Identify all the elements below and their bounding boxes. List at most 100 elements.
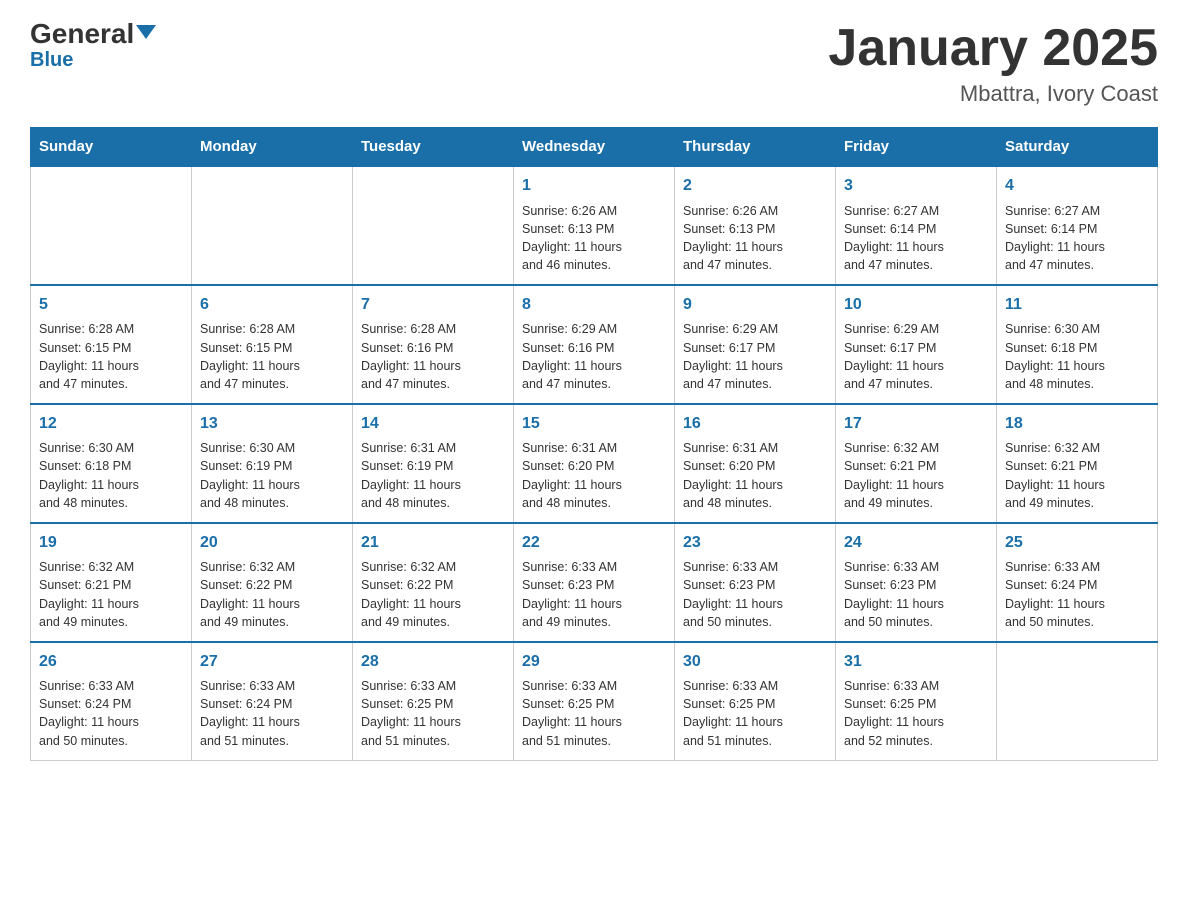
calendar-cell: 25Sunrise: 6:33 AMSunset: 6:24 PMDayligh… [997, 523, 1158, 642]
day-number: 24 [844, 532, 988, 554]
calendar-cell: 16 Sunrise: 6:31 AMSunset: 6:20 PMDayligh… [675, 404, 836, 523]
day-number: 3 [844, 175, 988, 197]
calendar-cell [31, 166, 192, 285]
day-info: Sunrise: 6:32 AMSunset: 6:21 PMDaylight:… [39, 558, 183, 631]
day-info: Sunrise: 6:26 AMSunset: 6:13 PMDaylight:… [522, 202, 666, 275]
day-number: 11 [1005, 294, 1149, 316]
calendar-cell: 18Sunrise: 6:32 AMSunset: 6:21 PMDayligh… [997, 404, 1158, 523]
day-number: 12 [39, 413, 183, 435]
logo-triangle-icon [136, 25, 156, 39]
calendar-cell [997, 642, 1158, 760]
day-info: Sunrise: 6:26 AMSunset: 6:13 PMDaylight:… [683, 202, 827, 275]
day-number: 23 [683, 532, 827, 554]
day-number: 20 [200, 532, 344, 554]
calendar-cell: 30 Sunrise: 6:33 AMSunset: 6:25 PMDayligh… [675, 642, 836, 760]
day-number: 31 [844, 651, 988, 673]
day-info: Sunrise: 6:30 AMSunset: 6:18 PMDaylight:… [39, 439, 183, 512]
logo-general-text: General [30, 20, 134, 48]
day-number: 15 [522, 413, 666, 435]
day-info: Sunrise: 6:33 AMSunset: 6:24 PMDaylight:… [39, 677, 183, 750]
day-info: Sunrise: 6:33 AMSunset: 6:25 PMDaylight:… [361, 677, 505, 750]
day-info: Sunrise: 6:32 AMSunset: 6:22 PMDaylight:… [361, 558, 505, 631]
calendar-cell: 5Sunrise: 6:28 AMSunset: 6:15 PMDaylight… [31, 285, 192, 404]
day-info: Sunrise: 6:33 AMSunset: 6:25 PMDaylight:… [683, 677, 827, 750]
month-title: January 2025 [828, 20, 1158, 77]
day-number: 6 [200, 294, 344, 316]
day-info: Sunrise: 6:33 AMSunset: 6:23 PMDaylight:… [683, 558, 827, 631]
day-number: 14 [361, 413, 505, 435]
weekday-header-saturday: Saturday [997, 128, 1158, 167]
day-info: Sunrise: 6:33 AMSunset: 6:25 PMDaylight:… [844, 677, 988, 750]
day-info: Sunrise: 6:33 AMSunset: 6:24 PMDaylight:… [200, 677, 344, 750]
day-number: 13 [200, 413, 344, 435]
calendar-cell: 15Sunrise: 6:31 AMSunset: 6:20 PMDayligh… [514, 404, 675, 523]
day-info: Sunrise: 6:27 AMSunset: 6:14 PMDaylight:… [1005, 202, 1149, 275]
calendar-cell: 19 Sunrise: 6:32 AMSunset: 6:21 PMDayligh… [31, 523, 192, 642]
calendar-cell: 4 Sunrise: 6:27 AMSunset: 6:14 PMDaylight… [997, 166, 1158, 285]
day-number: 28 [361, 651, 505, 673]
calendar-cell: 8Sunrise: 6:29 AMSunset: 6:16 PMDaylight… [514, 285, 675, 404]
day-number: 10 [844, 294, 988, 316]
weekday-header-monday: Monday [192, 128, 353, 167]
calendar-cell: 24 Sunrise: 6:33 AMSunset: 6:23 PMDayligh… [836, 523, 997, 642]
calendar-cell: 7Sunrise: 6:28 AMSunset: 6:16 PMDaylight… [353, 285, 514, 404]
calendar-cell: 27 Sunrise: 6:33 AMSunset: 6:24 PMDayligh… [192, 642, 353, 760]
calendar-cell: 29 Sunrise: 6:33 AMSunset: 6:25 PMDayligh… [514, 642, 675, 760]
day-number: 18 [1005, 413, 1149, 435]
week-row-4: 19 Sunrise: 6:32 AMSunset: 6:21 PMDayligh… [31, 523, 1158, 642]
logo-blue-text: Blue [30, 50, 73, 70]
day-info: Sunrise: 6:33 AMSunset: 6:23 PMDaylight:… [844, 558, 988, 631]
day-number: 29 [522, 651, 666, 673]
calendar-cell: 21 Sunrise: 6:32 AMSunset: 6:22 PMDayligh… [353, 523, 514, 642]
week-row-3: 12 Sunrise: 6:30 AMSunset: 6:18 PMDayligh… [31, 404, 1158, 523]
calendar-table: SundayMondayTuesdayWednesdayThursdayFrid… [30, 127, 1158, 760]
calendar-cell: 14 Sunrise: 6:31 AMSunset: 6:19 PMDayligh… [353, 404, 514, 523]
calendar-cell: 9Sunrise: 6:29 AMSunset: 6:17 PMDaylight… [675, 285, 836, 404]
weekday-header-friday: Friday [836, 128, 997, 167]
calendar-cell: 13 Sunrise: 6:30 AMSunset: 6:19 PMDayligh… [192, 404, 353, 523]
calendar-cell: 20 Sunrise: 6:32 AMSunset: 6:22 PMDayligh… [192, 523, 353, 642]
calendar-cell [353, 166, 514, 285]
week-row-5: 26 Sunrise: 6:33 AMSunset: 6:24 PMDayligh… [31, 642, 1158, 760]
day-info: Sunrise: 6:31 AMSunset: 6:19 PMDaylight:… [361, 439, 505, 512]
day-number: 27 [200, 651, 344, 673]
day-number: 30 [683, 651, 827, 673]
day-info: Sunrise: 6:28 AMSunset: 6:15 PMDaylight:… [200, 320, 344, 393]
weekday-header-wednesday: Wednesday [514, 128, 675, 167]
day-info: Sunrise: 6:31 AMSunset: 6:20 PMDaylight:… [683, 439, 827, 512]
calendar-cell: 6 Sunrise: 6:28 AMSunset: 6:15 PMDaylight… [192, 285, 353, 404]
logo: General Blue [30, 20, 156, 70]
calendar-cell: 12 Sunrise: 6:30 AMSunset: 6:18 PMDayligh… [31, 404, 192, 523]
day-info: Sunrise: 6:27 AMSunset: 6:14 PMDaylight:… [844, 202, 988, 275]
title-section: January 2025 Mbattra, Ivory Coast [828, 20, 1158, 107]
calendar-cell: 1Sunrise: 6:26 AMSunset: 6:13 PMDaylight… [514, 166, 675, 285]
week-row-2: 5Sunrise: 6:28 AMSunset: 6:15 PMDaylight… [31, 285, 1158, 404]
page-header: General Blue January 2025 Mbattra, Ivory… [30, 20, 1158, 107]
weekday-header-sunday: Sunday [31, 128, 192, 167]
calendar-cell: 3 Sunrise: 6:27 AMSunset: 6:14 PMDaylight… [836, 166, 997, 285]
weekday-header-thursday: Thursday [675, 128, 836, 167]
day-info: Sunrise: 6:32 AMSunset: 6:22 PMDaylight:… [200, 558, 344, 631]
day-info: Sunrise: 6:33 AMSunset: 6:25 PMDaylight:… [522, 677, 666, 750]
day-info: Sunrise: 6:28 AMSunset: 6:15 PMDaylight:… [39, 320, 183, 393]
calendar-cell: 17Sunrise: 6:32 AMSunset: 6:21 PMDayligh… [836, 404, 997, 523]
day-number: 26 [39, 651, 183, 673]
day-number: 16 [683, 413, 827, 435]
day-number: 19 [39, 532, 183, 554]
calendar-cell: 2 Sunrise: 6:26 AMSunset: 6:13 PMDaylight… [675, 166, 836, 285]
week-row-1: 1Sunrise: 6:26 AMSunset: 6:13 PMDaylight… [31, 166, 1158, 285]
day-number: 21 [361, 532, 505, 554]
day-info: Sunrise: 6:28 AMSunset: 6:16 PMDaylight:… [361, 320, 505, 393]
day-info: Sunrise: 6:30 AMSunset: 6:19 PMDaylight:… [200, 439, 344, 512]
calendar-cell: 26 Sunrise: 6:33 AMSunset: 6:24 PMDayligh… [31, 642, 192, 760]
calendar-cell [192, 166, 353, 285]
day-info: Sunrise: 6:29 AMSunset: 6:17 PMDaylight:… [683, 320, 827, 393]
day-number: 4 [1005, 175, 1149, 197]
day-number: 2 [683, 175, 827, 197]
day-number: 22 [522, 532, 666, 554]
day-info: Sunrise: 6:30 AMSunset: 6:18 PMDaylight:… [1005, 320, 1149, 393]
day-info: Sunrise: 6:32 AMSunset: 6:21 PMDaylight:… [844, 439, 988, 512]
day-info: Sunrise: 6:29 AMSunset: 6:17 PMDaylight:… [844, 320, 988, 393]
calendar-cell: 23 Sunrise: 6:33 AMSunset: 6:23 PMDayligh… [675, 523, 836, 642]
day-info: Sunrise: 6:33 AMSunset: 6:24 PMDaylight:… [1005, 558, 1149, 631]
